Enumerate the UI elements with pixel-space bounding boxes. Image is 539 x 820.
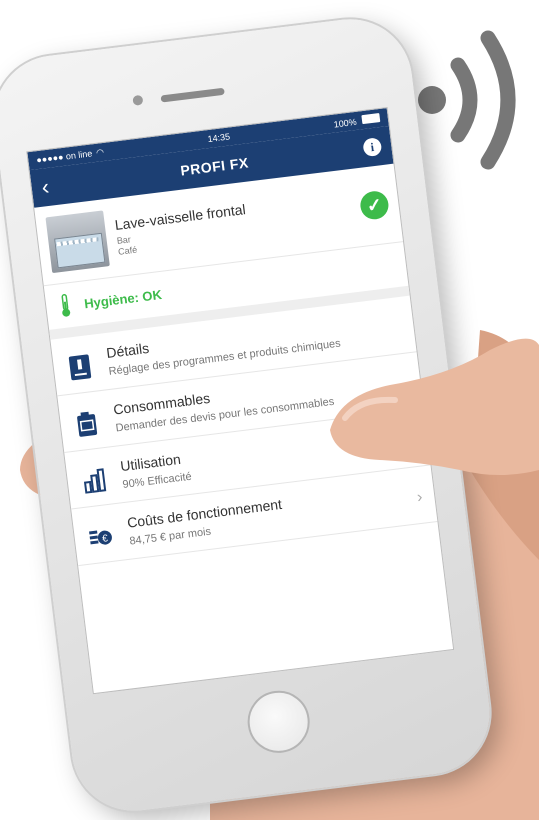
battery-label: 100%	[333, 116, 358, 130]
thermometer-icon	[61, 294, 71, 317]
dishwasher-image	[45, 210, 110, 274]
front-camera	[132, 94, 144, 106]
menu-item-subtitle: 90% Efficacité	[121, 470, 193, 492]
app-screen: ●●●●● on line ◠ 14:35 100% ‹ PROFI FX i …	[26, 106, 455, 695]
chevron-right-icon: ›	[409, 432, 417, 450]
clock: 14:35	[206, 131, 231, 145]
home-button[interactable]	[244, 687, 314, 757]
euro-icon: €	[89, 530, 112, 545]
wifi-icon: ◠	[95, 146, 105, 158]
battery-icon	[361, 112, 381, 124]
page-title: PROFI FX	[179, 154, 250, 179]
chevron-right-icon: ›	[416, 488, 424, 507]
info-icon[interactable]: i	[362, 137, 383, 158]
check-circle-icon: ✓	[358, 189, 391, 221]
usage-icon	[83, 468, 107, 494]
canister-icon	[77, 411, 98, 437]
hygiene-label: Hygiène: OK	[83, 286, 163, 311]
chevron-left-icon[interactable]: ‹	[40, 172, 67, 201]
earpiece-speaker	[160, 87, 225, 103]
document-icon	[68, 354, 92, 381]
